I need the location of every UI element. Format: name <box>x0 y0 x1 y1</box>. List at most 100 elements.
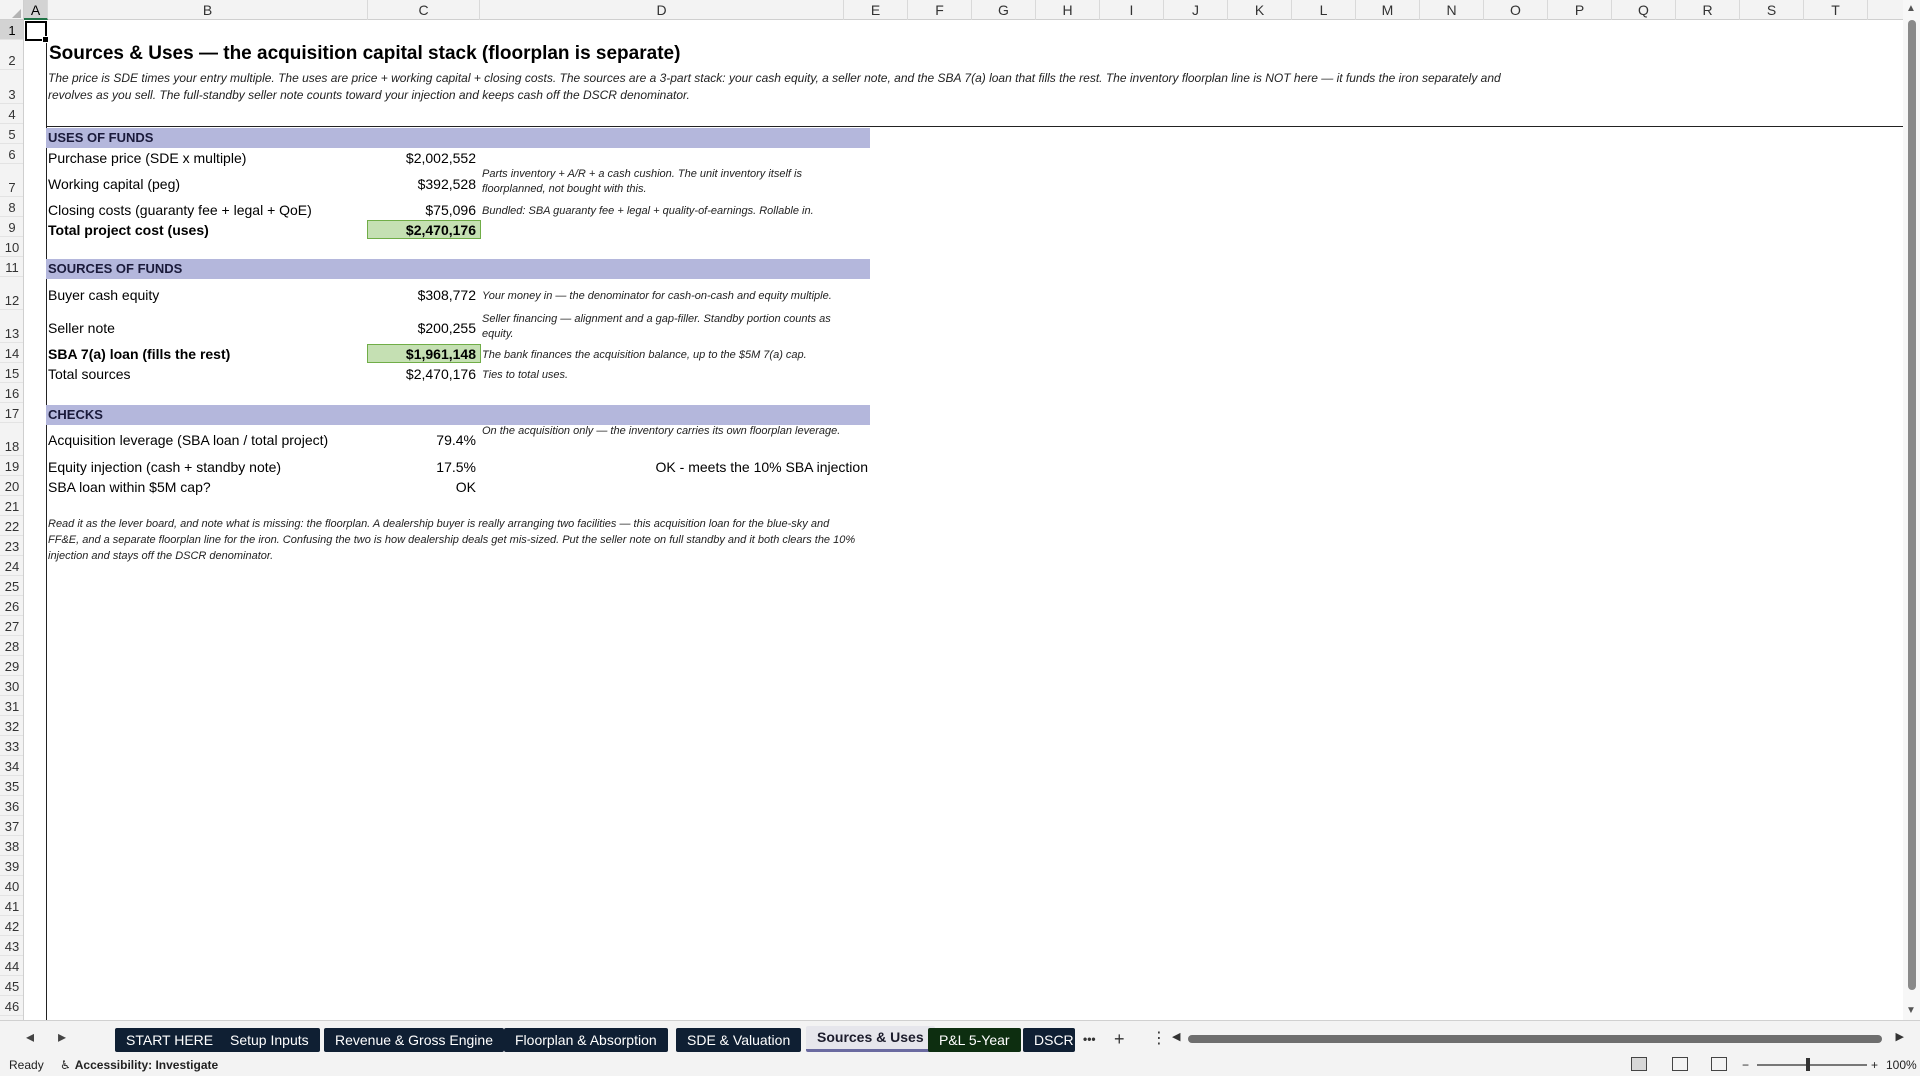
working-capital-value[interactable]: $392,528 <box>366 176 476 192</box>
zoom-level[interactable]: 100% <box>1886 1054 1917 1076</box>
row-header-16[interactable]: 16 <box>0 383 23 403</box>
accessibility-status[interactable]: ♿ Accessibility: Investigate <box>60 1054 218 1076</box>
row-header-38[interactable]: 38 <box>0 836 23 856</box>
row-header-12[interactable]: 12 <box>0 277 23 310</box>
column-header-m[interactable]: M <box>1356 0 1420 20</box>
tab-floorplan-absorption[interactable]: Floorplan & Absorption <box>504 1028 668 1052</box>
row-header-18[interactable]: 18 <box>0 423 23 456</box>
row-header-7[interactable]: 7 <box>0 164 23 197</box>
column-header-o[interactable]: O <box>1484 0 1548 20</box>
row-header-13[interactable]: 13 <box>0 310 23 343</box>
row-header-45[interactable]: 45 <box>0 976 23 996</box>
column-header-t[interactable]: T <box>1804 0 1868 20</box>
sba-loan-value[interactable]: $1,961,148 <box>366 346 476 362</box>
vertical-scrollbar[interactable]: ▲ ▼ <box>1903 0 1920 1020</box>
column-header-f[interactable]: F <box>908 0 972 20</box>
sheet-grid[interactable]: Sources & Uses — the acquisition capital… <box>25 21 1903 1020</box>
column-header-j[interactable]: J <box>1164 0 1228 20</box>
row-header-22[interactable]: 22 <box>0 516 23 536</box>
closing-costs-value[interactable]: $75,096 <box>366 202 476 218</box>
vertical-scroll-thumb[interactable] <box>1908 20 1916 990</box>
row-header-24[interactable]: 24 <box>0 556 23 576</box>
normal-view-icon[interactable] <box>1631 1057 1647 1071</box>
row-header-40[interactable]: 40 <box>0 876 23 896</box>
column-header-b[interactable]: B <box>48 0 368 20</box>
tab-start-here[interactable]: START HERE <box>115 1028 225 1052</box>
zoom-slider-thumb[interactable] <box>1806 1058 1810 1071</box>
column-header-p[interactable]: P <box>1548 0 1612 20</box>
injection-value[interactable]: 17.5% <box>366 459 476 475</box>
tab-pl-5-year[interactable]: P&L 5-Year <box>928 1028 1021 1052</box>
row-header-37[interactable]: 37 <box>0 816 23 836</box>
tab-revenue-gross-engine[interactable]: Revenue & Gross Engine <box>324 1028 504 1052</box>
zoom-in-icon[interactable]: + <box>1871 1054 1878 1076</box>
row-header-9[interactable]: 9 <box>0 217 23 237</box>
sba-cap-value[interactable]: OK <box>366 479 476 495</box>
row-header-2[interactable]: 2 <box>0 40 23 70</box>
tab-sources-uses[interactable]: Sources & Uses <box>806 1026 935 1052</box>
column-header-d[interactable]: D <box>480 0 844 20</box>
active-cell-a1[interactable] <box>25 21 49 43</box>
column-header-i[interactable]: I <box>1100 0 1164 20</box>
row-header-5[interactable]: 5 <box>0 124 23 144</box>
scroll-down-icon[interactable]: ▼ <box>1906 1005 1916 1016</box>
tab-setup-inputs[interactable]: Setup Inputs <box>219 1028 320 1052</box>
zoom-slider[interactable] <box>1757 1064 1867 1066</box>
prev-sheet-icon[interactable]: ◂ <box>19 1027 41 1049</box>
scroll-up-icon[interactable]: ▲ <box>1906 3 1916 14</box>
total-sources-value[interactable]: $2,470,176 <box>366 366 476 382</box>
row-header-34[interactable]: 34 <box>0 756 23 776</box>
scroll-right-icon[interactable]: ▶ <box>1896 1030 1904 1043</box>
row-header-21[interactable]: 21 <box>0 496 23 516</box>
row-header-39[interactable]: 39 <box>0 856 23 876</box>
row-header-20[interactable]: 20 <box>0 476 23 496</box>
row-header-4[interactable]: 4 <box>0 104 23 124</box>
row-header-46[interactable]: 46 <box>0 996 23 1016</box>
row-header-17[interactable]: 17 <box>0 403 23 423</box>
page-break-view-icon[interactable] <box>1711 1057 1727 1071</box>
more-sheets-icon[interactable]: ••• <box>1083 1028 1096 1050</box>
purchase-price-value[interactable]: $2,002,552 <box>366 150 476 166</box>
row-header-19[interactable]: 19 <box>0 456 23 476</box>
column-header-c[interactable]: C <box>368 0 480 20</box>
row-header-8[interactable]: 8 <box>0 197 23 217</box>
row-header-35[interactable]: 35 <box>0 776 23 796</box>
sheet-options-icon[interactable]: ⋮ <box>1151 1028 1167 1050</box>
tab-dscr[interactable]: DSCR & <box>1023 1028 1075 1052</box>
zoom-out-icon[interactable]: − <box>1742 1054 1749 1076</box>
row-header-36[interactable]: 36 <box>0 796 23 816</box>
row-header-32[interactable]: 32 <box>0 716 23 736</box>
row-header-42[interactable]: 42 <box>0 916 23 936</box>
select-all-corner[interactable] <box>0 0 24 20</box>
column-header-g[interactable]: G <box>972 0 1036 20</box>
column-header-n[interactable]: N <box>1420 0 1484 20</box>
row-header-44[interactable]: 44 <box>0 956 23 976</box>
row-header-3[interactable]: 3 <box>0 70 23 104</box>
tab-sde-valuation[interactable]: SDE & Valuation <box>676 1028 802 1052</box>
column-header-h[interactable]: H <box>1036 0 1100 20</box>
row-header-41[interactable]: 41 <box>0 896 23 916</box>
row-header-15[interactable]: 15 <box>0 363 23 383</box>
row-header-27[interactable]: 27 <box>0 616 23 636</box>
column-header-a[interactable]: A <box>24 0 48 20</box>
column-header-q[interactable]: Q <box>1612 0 1676 20</box>
horizontal-scroll-thumb[interactable] <box>1188 1035 1882 1043</box>
horizontal-scrollbar[interactable]: ◀ ▶ <box>1172 1030 1904 1045</box>
buyer-equity-value[interactable]: $308,772 <box>366 287 476 303</box>
total-uses-value[interactable]: $2,470,176 <box>366 222 476 238</box>
row-header-14[interactable]: 14 <box>0 343 23 363</box>
add-sheet-icon[interactable]: + <box>1114 1028 1125 1050</box>
row-header-25[interactable]: 25 <box>0 576 23 596</box>
row-header-29[interactable]: 29 <box>0 656 23 676</box>
seller-note-value[interactable]: $200,255 <box>366 320 476 336</box>
page-layout-view-icon[interactable] <box>1672 1057 1688 1071</box>
row-header-43[interactable]: 43 <box>0 936 23 956</box>
row-header-11[interactable]: 11 <box>0 257 23 277</box>
column-header-e[interactable]: E <box>844 0 908 20</box>
column-header-k[interactable]: K <box>1228 0 1292 20</box>
row-header-33[interactable]: 33 <box>0 736 23 756</box>
row-header-23[interactable]: 23 <box>0 536 23 556</box>
column-header-s[interactable]: S <box>1740 0 1804 20</box>
next-sheet-icon[interactable]: ▸ <box>51 1027 73 1049</box>
row-header-1[interactable]: 1 <box>0 20 23 40</box>
